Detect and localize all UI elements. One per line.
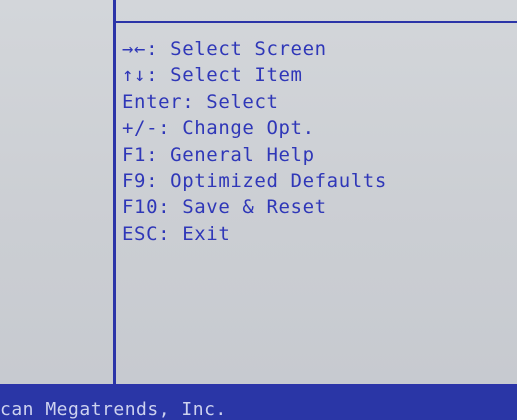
help-key: F10 [122, 196, 159, 219]
arrows-left-right-icon: →← [122, 38, 147, 60]
help-line-exit: ESC: Exit [122, 222, 231, 245]
help-action: Save & Reset [170, 196, 327, 219]
vertical-divider [113, 0, 116, 386]
help-line-optimized-defaults: F9: Optimized Defaults [122, 169, 387, 192]
help-action: Select [194, 90, 279, 113]
help-key: ESC [122, 222, 159, 245]
help-line-change-opt: +/-: Change Opt. [122, 117, 315, 140]
help-key: F1 [122, 143, 147, 166]
help-action: Optimized Defaults [158, 169, 387, 192]
help-line-save-reset: F10: Save & Reset [122, 196, 327, 219]
settings-panel [0, 0, 113, 384]
help-key: Enter [122, 90, 183, 113]
help-action: General Help [158, 143, 315, 166]
help-line-general-help: F1: General Help [122, 143, 315, 166]
help-line-select-item: ↑↓: Select Item [122, 64, 303, 87]
help-action: Exit [170, 222, 231, 245]
arrows-up-down-icon: ↑↓ [122, 64, 147, 87]
help-line-enter: Enter: Select [122, 90, 279, 113]
copyright-text: can Megatrends, Inc. [0, 399, 227, 420]
help-action: Select Item [158, 64, 303, 87]
help-key: +/- [122, 117, 159, 140]
bios-screen: →←: Select Screen ↑↓: Select Item Enter:… [0, 0, 517, 420]
help-action: Change Opt. [170, 117, 315, 140]
help-panel-top-divider [116, 21, 517, 23]
help-line-select-screen: →←: Select Screen [122, 38, 327, 60]
key-help-panel: →←: Select Screen ↑↓: Select Item Enter:… [122, 36, 512, 247]
help-key: F9 [122, 169, 147, 192]
help-action: Select Screen [158, 38, 327, 60]
